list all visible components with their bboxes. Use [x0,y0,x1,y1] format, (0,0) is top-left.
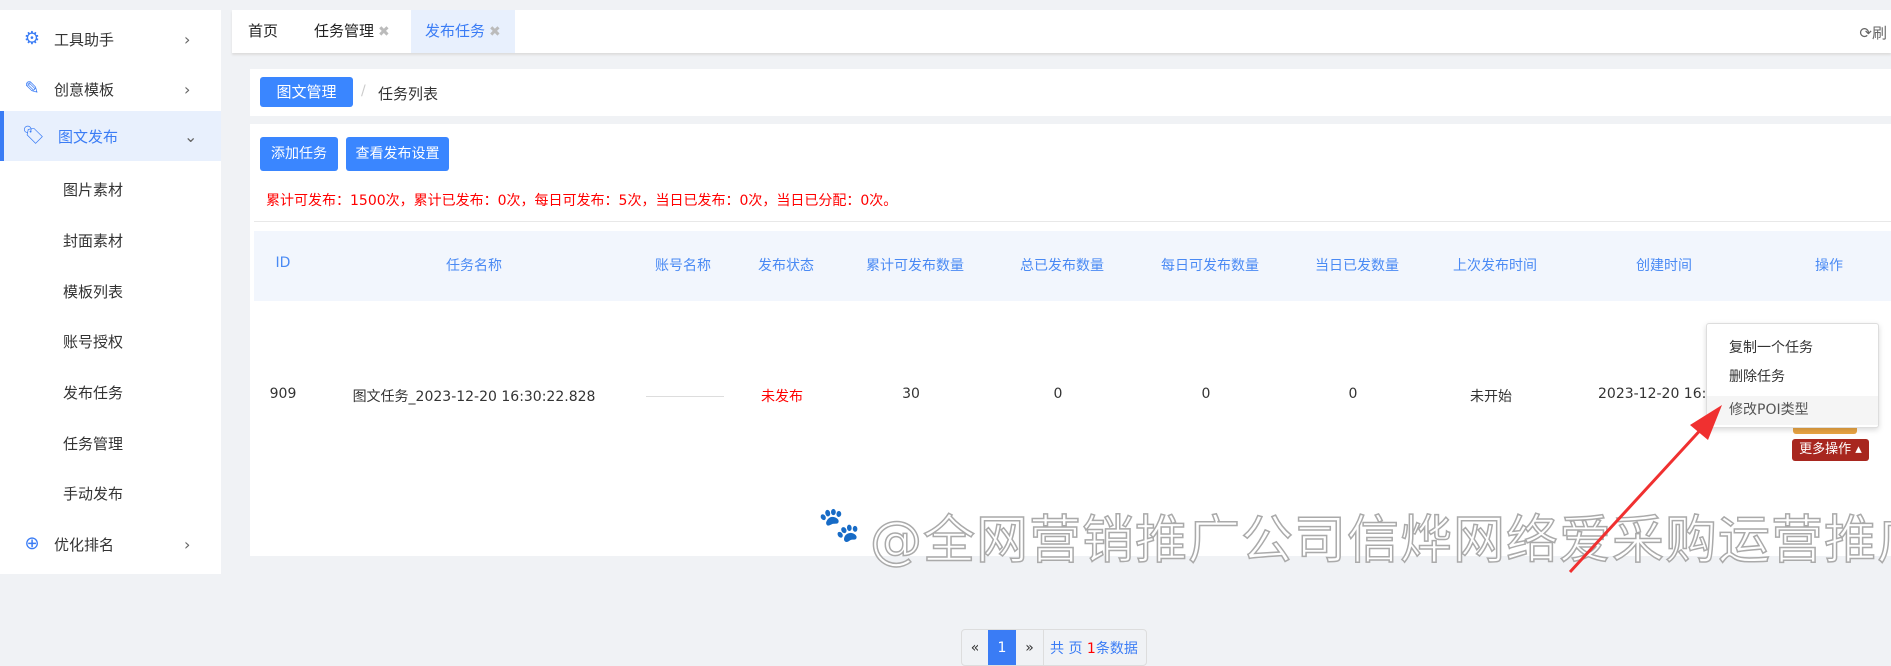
pagination: « 1 » 共 页 1条数据 [961,629,1147,666]
prev-page[interactable]: « [962,630,988,665]
page-current[interactable]: 1 [988,630,1016,665]
next-page[interactable]: » [1016,630,1044,665]
page-info: 共 页 1条数据 [1050,641,1138,657]
red-arrow-annotation [1568,405,1722,574]
